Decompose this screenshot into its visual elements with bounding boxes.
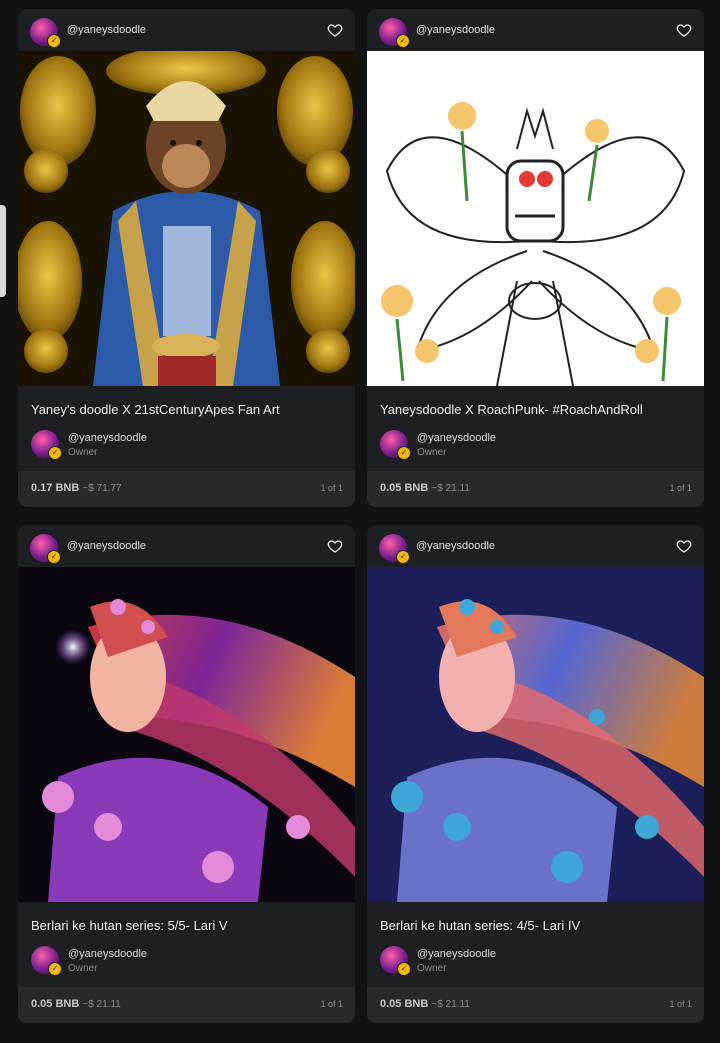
price-value: 0.17 BNB ~$ 71.77: [31, 482, 122, 494]
nft-title[interactable]: Yaney's doodle X 21stCenturyApes Fan Art: [31, 402, 280, 417]
heart-icon[interactable]: [676, 22, 692, 38]
nft-artwork-image[interactable]: [367, 51, 704, 386]
heart-icon[interactable]: [327, 22, 343, 38]
verified-badge-icon: ✓: [47, 34, 61, 48]
owner-avatar[interactable]: ✓: [31, 946, 62, 976]
nft-artwork-image[interactable]: [18, 51, 355, 386]
price-bar: 0.05 BNB ~$ 21.11 1 of 1: [367, 471, 704, 507]
price-bnb: 0.05 BNB: [380, 482, 429, 494]
side-scroll-tab[interactable]: [0, 205, 6, 297]
card-header: ✓ @yaneysdoodle: [18, 9, 355, 51]
price-bar: 0.17 BNB ~$ 71.77 1 of 1: [18, 471, 355, 507]
nft-title[interactable]: Yaneysdoodle X RoachPunk- #RoachAndRoll: [380, 402, 643, 417]
edition-count: 1 of 1: [320, 999, 343, 1009]
price-usd: ~$ 21.11: [82, 999, 121, 1010]
owner-role-label: Owner: [417, 447, 447, 458]
price-bnb: 0.05 BNB: [31, 998, 80, 1010]
owner-avatar[interactable]: ✓: [380, 946, 411, 976]
owner-username[interactable]: @yaneysdoodle: [417, 948, 496, 960]
nft-card[interactable]: ✓ @yaneysdoodle Yaney's doodle X 21stCen…: [18, 9, 355, 507]
owner-username[interactable]: @yaneysdoodle: [417, 432, 496, 444]
price-bar: 0.05 BNB ~$ 21.11 1 of 1: [18, 987, 355, 1023]
creator-avatar[interactable]: ✓: [379, 534, 410, 564]
card-header: ✓ @yaneysdoodle: [18, 525, 355, 567]
verified-badge-icon: ✓: [396, 34, 410, 48]
card-header: ✓ @yaneysdoodle: [367, 525, 704, 567]
creator-avatar[interactable]: ✓: [30, 18, 61, 48]
edition-count: 1 of 1: [669, 999, 692, 1009]
price-value: 0.05 BNB ~$ 21.11: [31, 998, 121, 1010]
nft-title[interactable]: Berlari ke hutan series: 4/5- Lari IV: [380, 918, 580, 933]
owner-role-label: Owner: [417, 963, 447, 974]
nft-artwork-image[interactable]: [18, 567, 355, 902]
owner-role-label: Owner: [68, 963, 98, 974]
verified-badge-icon: ✓: [397, 446, 411, 460]
creator-username[interactable]: @yaneysdoodle: [416, 540, 495, 552]
verified-badge-icon: ✓: [48, 962, 62, 976]
nft-card[interactable]: ✓ @yaneysdoodle Yaneysdoodle X RoachPunk…: [367, 9, 704, 507]
price-bnb: 0.05 BNB: [380, 998, 429, 1010]
owner-avatar[interactable]: ✓: [31, 430, 62, 460]
nft-title[interactable]: Berlari ke hutan series: 5/5- Lari V: [31, 918, 228, 933]
price-value: 0.05 BNB ~$ 21.11: [380, 482, 470, 494]
verified-badge-icon: ✓: [397, 962, 411, 976]
price-usd: ~$ 21.11: [431, 999, 470, 1010]
price-usd: ~$ 71.77: [82, 483, 122, 494]
price-value: 0.05 BNB ~$ 21.11: [380, 998, 470, 1010]
price-bnb: 0.17 BNB: [31, 482, 80, 494]
creator-avatar[interactable]: ✓: [30, 534, 61, 564]
card-header: ✓ @yaneysdoodle: [367, 9, 704, 51]
creator-avatar[interactable]: ✓: [379, 18, 410, 48]
creator-username[interactable]: @yaneysdoodle: [67, 540, 146, 552]
price-usd: ~$ 21.11: [431, 483, 470, 494]
nft-card[interactable]: ✓ @yaneysdoodle Berlari ke hutan series:…: [367, 525, 704, 1023]
verified-badge-icon: ✓: [48, 446, 62, 460]
creator-username[interactable]: @yaneysdoodle: [67, 24, 146, 36]
owner-avatar[interactable]: ✓: [380, 430, 411, 460]
edition-count: 1 of 1: [320, 483, 343, 493]
nft-card[interactable]: ✓ @yaneysdoodle Berlari ke hutan series:…: [18, 525, 355, 1023]
creator-username[interactable]: @yaneysdoodle: [416, 24, 495, 36]
verified-badge-icon: ✓: [47, 550, 61, 564]
owner-username[interactable]: @yaneysdoodle: [68, 432, 147, 444]
verified-badge-icon: ✓: [396, 550, 410, 564]
heart-icon[interactable]: [676, 538, 692, 554]
price-bar: 0.05 BNB ~$ 21.11 1 of 1: [367, 987, 704, 1023]
heart-icon[interactable]: [327, 538, 343, 554]
edition-count: 1 of 1: [669, 483, 692, 493]
owner-role-label: Owner: [68, 447, 98, 458]
owner-username[interactable]: @yaneysdoodle: [68, 948, 147, 960]
nft-artwork-image[interactable]: [367, 567, 704, 902]
